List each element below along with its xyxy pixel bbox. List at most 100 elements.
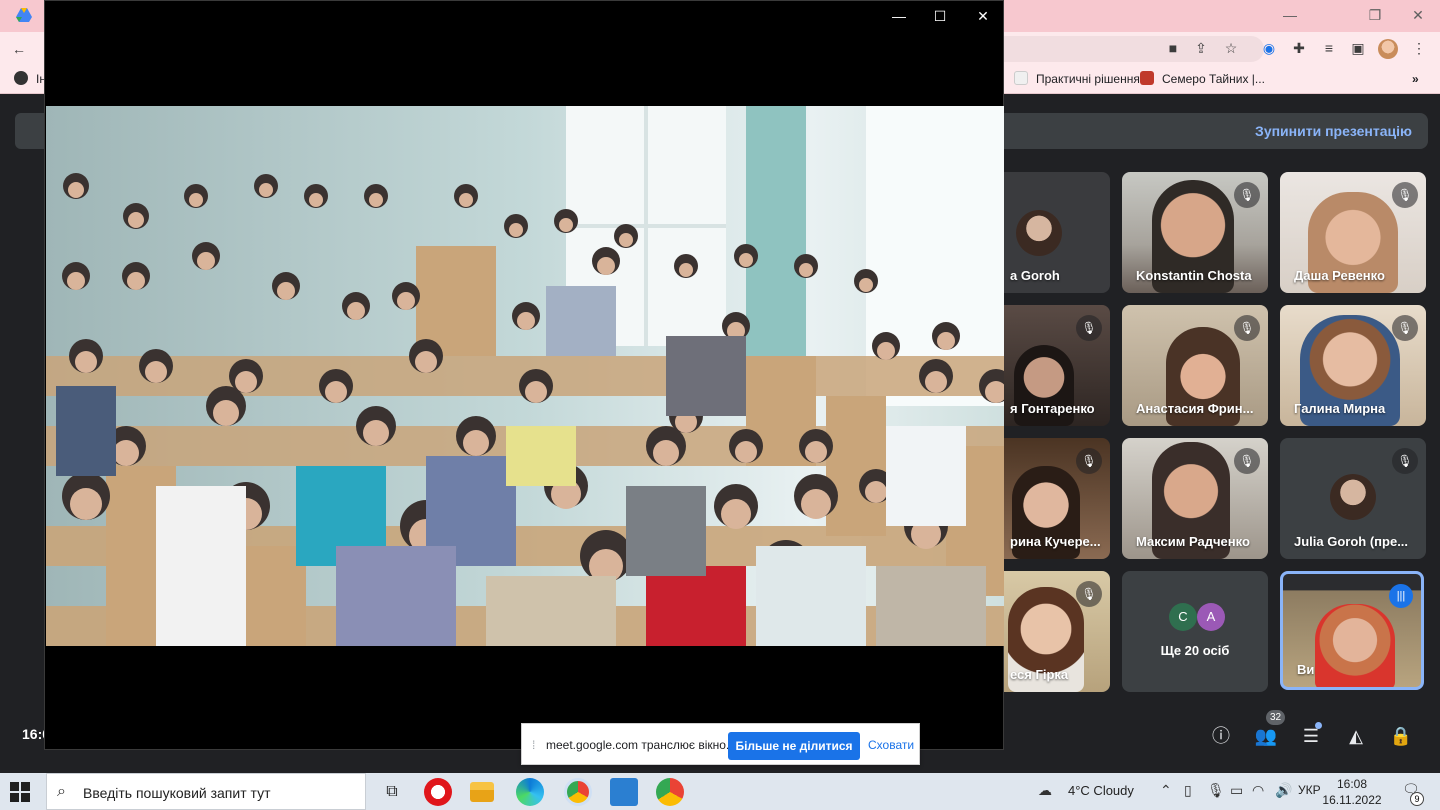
participant-name: рина Кучере... — [1010, 534, 1101, 549]
window-maximize-button[interactable]: ☐ — [922, 5, 958, 27]
browser-restore-button[interactable]: ❐ — [1355, 4, 1395, 26]
clock[interactable]: 16:08 16.11.2022 — [1322, 776, 1381, 808]
chevron-up-icon[interactable]: ⌃ — [1160, 782, 1172, 799]
participant-name: еся Гірка — [1010, 667, 1069, 682]
bookmark-favicon-icon — [1140, 71, 1154, 85]
mic-off-icon: 🎙 — [1392, 315, 1418, 341]
notification-count-badge: 9 — [1410, 792, 1424, 806]
chrome-icon[interactable] — [656, 778, 684, 806]
battery-icon[interactable]: ▭ — [1230, 782, 1243, 799]
file-explorer-icon[interactable] — [470, 782, 494, 802]
task-view-icon[interactable]: ⧉ — [378, 778, 406, 806]
stop-sharing-button[interactable]: Більше не ділитися — [728, 732, 860, 760]
windows-start-icon[interactable] — [10, 782, 30, 802]
profile-avatar[interactable] — [1378, 39, 1398, 59]
chrome-menu-icon[interactable]: ⋮ — [1408, 37, 1430, 59]
windows-taskbar: ⌕ Введіть пошуковий запит тут ⧉ ☁ 4°C Cl… — [0, 773, 1440, 810]
participant-tile[interactable]: 🎙 Галина Мирна — [1280, 305, 1426, 426]
bookmark-item[interactable]: Семеро Тайних |... — [1140, 70, 1265, 88]
participant-tile[interactable]: 🎙 Konstantin Chosta — [1122, 172, 1268, 293]
side-panel-icon[interactable]: ▣ — [1347, 37, 1369, 59]
activities-icon[interactable]: ◭ — [1344, 724, 1368, 748]
language-indicator[interactable]: УКР — [1298, 783, 1321, 797]
bookmarks-overflow-button[interactable]: » — [1412, 70, 1419, 88]
mic-off-icon: 🎙 — [1076, 581, 1102, 607]
participant-name: Ви — [1297, 662, 1315, 677]
mic-off-icon: 🎙 — [1392, 182, 1418, 208]
mic-off-icon: 🎙 — [1392, 448, 1418, 474]
participant-avatar — [1016, 210, 1062, 256]
hide-button[interactable]: Сховати — [868, 738, 914, 752]
media-control-icon[interactable]: ≡ — [1318, 37, 1340, 59]
chrome-icon[interactable] — [564, 778, 592, 806]
cloud-icon[interactable]: ☁ — [1038, 782, 1052, 799]
stop-presenting-button[interactable]: Зупинити презентацію — [1255, 113, 1412, 149]
mic-off-icon: 🎙 — [1234, 448, 1260, 474]
browser-close-button[interactable]: ✕ — [1398, 4, 1438, 26]
mic-off-icon: 🎙 — [1076, 448, 1102, 474]
share-icon[interactable]: ⇪ — [1190, 37, 1212, 59]
globe-icon — [14, 71, 28, 85]
participant-avatar: C — [1169, 603, 1197, 631]
participant-name: a Goroh — [1010, 268, 1060, 283]
participant-name: Максим Радченко — [1136, 534, 1250, 549]
speaking-indicator-icon: ||| — [1389, 584, 1413, 608]
window-minimize-button[interactable]: — — [881, 5, 917, 27]
clock-date: 16.11.2022 — [1322, 793, 1382, 807]
bookmark-item[interactable]: Практичні рішення... — [1014, 70, 1150, 88]
participant-name: Анастасия Фрин... — [1136, 401, 1254, 416]
video-frame — [46, 106, 1004, 646]
more-participants-label: Ще 20 осіб — [1160, 643, 1230, 658]
browser-minimize-button[interactable]: — — [1270, 4, 1310, 26]
clock-time: 16:08 — [1336, 777, 1368, 791]
bookmark-item[interactable]: Ін — [14, 70, 46, 88]
info-icon[interactable]: ⓘ — [1209, 724, 1233, 748]
participant-tile[interactable]: 🎙 Julia Goroh (пре... — [1280, 438, 1426, 559]
movie-app-icon[interactable] — [610, 778, 638, 806]
weather-text[interactable]: 4°C Cloudy — [1068, 783, 1134, 798]
participant-tile[interactable]: 🎙 Даша Ревенко — [1280, 172, 1426, 293]
window-close-button[interactable]: ✕ — [965, 5, 1001, 27]
participant-name: я Гонтаренко — [1010, 401, 1095, 416]
microphone-icon[interactable]: 🎙 — [1207, 782, 1225, 799]
participant-name: Konstantin Chosta — [1136, 268, 1252, 283]
volume-icon[interactable]: 🔊 — [1275, 782, 1292, 799]
bookmark-favicon-icon — [1014, 71, 1028, 85]
mic-off-icon: 🎙 — [1234, 315, 1260, 341]
participant-avatar — [1330, 474, 1376, 520]
chat-notification-dot — [1315, 722, 1322, 729]
back-arrow-icon[interactable]: ← — [8, 38, 30, 60]
mic-off-icon: 🎙 — [1076, 315, 1102, 341]
people-icon[interactable]: 👥 — [1254, 724, 1278, 748]
device-icon[interactable]: ▯ — [1184, 782, 1192, 799]
more-participants-tile[interactable]: C A Ще 20 осіб — [1122, 571, 1268, 692]
mic-off-icon: 🎙 — [1234, 182, 1260, 208]
participant-video — [1315, 604, 1395, 687]
self-tile[interactable]: ||| Ви — [1280, 571, 1424, 690]
participant-avatar: A — [1197, 603, 1225, 631]
presentation-bar: Зупинити презентацію — [1004, 113, 1428, 149]
search-icon: ⌕ — [57, 783, 66, 800]
drag-handle-icon[interactable]: ⁞ — [532, 738, 535, 752]
wifi-icon[interactable]: ◠ — [1252, 782, 1264, 799]
edge-icon[interactable] — [516, 778, 544, 806]
share-status-text: meet.google.com транслює вікно. — [546, 738, 730, 752]
camera-icon[interactable]: ■ — [1162, 37, 1184, 59]
participant-name: Даша Ревенко — [1294, 268, 1385, 283]
participant-tile[interactable]: 🎙 Анастасия Фрин... — [1122, 305, 1268, 426]
host-controls-lock-icon[interactable]: 🔒 — [1389, 724, 1413, 748]
screen-share-bar: ⁞ meet.google.com транслює вікно. Більше… — [521, 723, 920, 765]
lecture-hall-photo — [46, 106, 1004, 646]
search-placeholder: Введіть пошуковий запит тут — [83, 785, 271, 801]
participant-name: Галина Мирна — [1294, 401, 1386, 416]
drive-favicon[interactable] — [16, 8, 32, 22]
shared-video-window: — ☐ ✕ — [44, 0, 1004, 750]
bookmark-star-icon[interactable]: ☆ — [1220, 37, 1242, 59]
participant-name: Julia Goroh (пре... — [1294, 534, 1409, 549]
extensions-puzzle-icon[interactable]: ✚ — [1288, 37, 1310, 59]
extension-circle-icon[interactable]: ◉ — [1258, 37, 1280, 59]
opera-icon[interactable] — [424, 778, 452, 806]
taskbar-search-input[interactable]: ⌕ Введіть пошуковий запит тут — [46, 773, 366, 810]
participant-tile[interactable]: 🎙 Максим Радченко — [1122, 438, 1268, 559]
participants-count-badge: 32 — [1266, 710, 1286, 725]
